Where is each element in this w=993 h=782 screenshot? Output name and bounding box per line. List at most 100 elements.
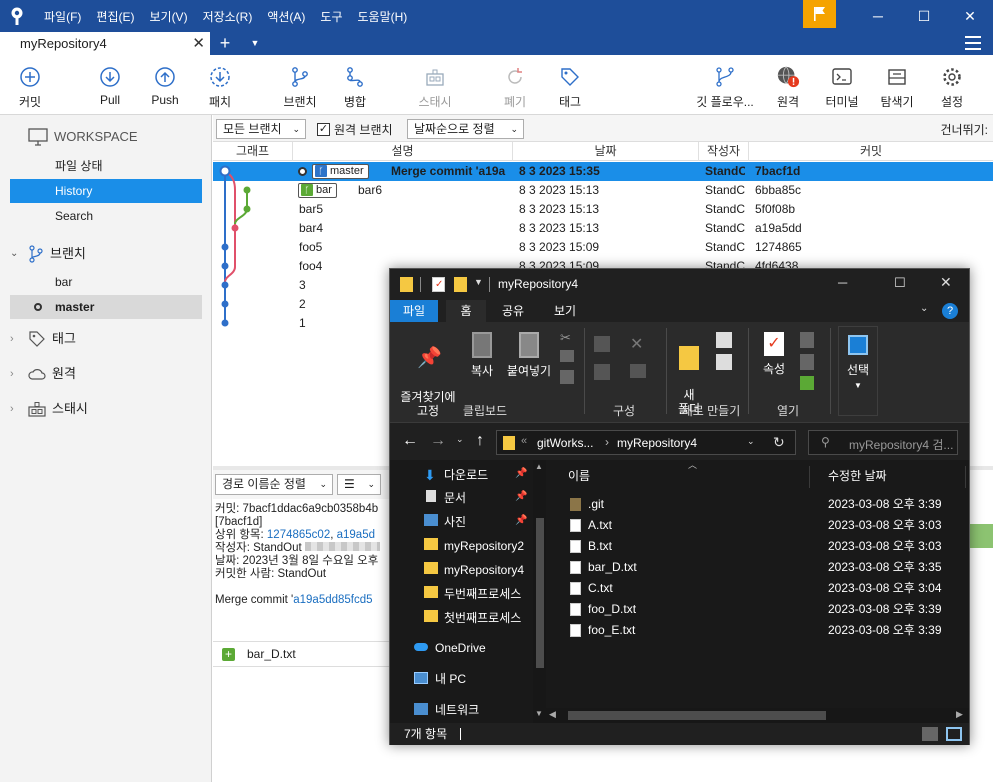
tab-close-icon[interactable]: ✕ xyxy=(192,32,205,55)
forward-arrow-icon[interactable]: → xyxy=(430,432,446,450)
edit-icon[interactable] xyxy=(800,354,814,370)
nav-item-documents[interactable]: 문서 xyxy=(444,487,466,509)
copy-to-icon[interactable] xyxy=(594,364,610,380)
stash-button[interactable]: 스태시 xyxy=(413,55,457,115)
file-row[interactable]: foo_E.txt 2023-03-08 오후 3:39 xyxy=(546,620,956,641)
history-icon[interactable] xyxy=(800,376,814,390)
recent-dropdown-icon[interactable]: ⌄ xyxy=(456,434,464,445)
nav-item-second-process[interactable]: 두번째프로세스 xyxy=(444,583,521,605)
remote-button[interactable]: 원격 xyxy=(766,55,810,115)
tags-header[interactable]: › 태그 xyxy=(10,327,76,351)
nav-item-this-pc[interactable]: 내 PC xyxy=(435,668,466,690)
path-sort-dropdown[interactable]: 경로 이름순 정렬 ⌄ xyxy=(215,474,333,495)
remote-branches-checkbox[interactable]: ✓ xyxy=(317,123,330,136)
col-date[interactable]: 날짜 xyxy=(513,142,699,161)
col-author[interactable]: 작성자 xyxy=(699,142,749,161)
scroll-down-icon[interactable]: ▼ xyxy=(535,709,543,718)
sort-order-dropdown[interactable]: 날짜순으로 정렬 ⌄ xyxy=(407,119,524,139)
push-button[interactable]: Push xyxy=(143,55,187,115)
paste-shortcut-icon[interactable] xyxy=(560,370,574,384)
copy-path-icon[interactable] xyxy=(560,350,574,362)
nav-item-network[interactable]: 네트워크 xyxy=(435,699,479,721)
repo-tab[interactable]: myRepository4 ✕ xyxy=(0,32,210,55)
address-dropdown-icon[interactable]: ⌄ xyxy=(747,436,755,447)
open-icon[interactable] xyxy=(800,332,814,348)
fetch-button[interactable]: 패치 xyxy=(198,55,242,115)
explorer-maximize-button[interactable]: ☐ xyxy=(894,275,906,291)
nav-item-onedrive[interactable]: OneDrive xyxy=(435,637,486,659)
parent-link[interactable]: a19a5d xyxy=(337,529,375,541)
rename-icon[interactable] xyxy=(630,364,646,378)
hamburger-menu-icon[interactable] xyxy=(965,36,981,50)
tab-share[interactable]: 공유 xyxy=(490,300,536,322)
view-options-dropdown[interactable]: ☰ ⌄ xyxy=(337,474,381,495)
breadcrumb-overflow-icon[interactable]: « xyxy=(521,435,527,447)
properties-button[interactable]: ✓ 속성 xyxy=(754,332,794,376)
column-header-modified[interactable]: 수정한 날짜 xyxy=(820,466,966,488)
properties-icon[interactable]: ✓ xyxy=(432,277,445,292)
col-graph[interactable]: 그래프 xyxy=(213,142,293,161)
tab-file[interactable]: 파일 xyxy=(390,300,438,322)
search-box[interactable]: ⚲ myRepository4 검... xyxy=(808,430,958,455)
close-button[interactable]: ✕ xyxy=(947,0,993,32)
menu-repository[interactable]: 저장소(R) xyxy=(203,8,253,25)
quick-access-dropdown-icon[interactable]: ▼ xyxy=(474,277,483,287)
flag-button[interactable] xyxy=(803,0,836,28)
commit-button[interactable]: 커밋 xyxy=(8,55,52,115)
discard-button[interactable]: 폐기 xyxy=(493,55,537,115)
horizontal-scrollbar[interactable]: ◀ ▶ xyxy=(546,708,969,723)
tiles-view-icon[interactable] xyxy=(946,727,962,741)
menu-tools[interactable]: 도구 xyxy=(320,8,342,25)
file-row[interactable]: bar_D.txt 2023-03-08 오후 3:35 xyxy=(546,557,956,578)
new-item-icon[interactable] xyxy=(716,332,732,348)
address-bar[interactable]: « gitWorks... › myRepository4 ⌄ ↻ xyxy=(496,430,796,455)
nav-item-myrepository2[interactable]: myRepository2 xyxy=(444,535,524,557)
copy-button[interactable]: 복사 xyxy=(464,332,500,378)
explorer-minimize-button[interactable]: ─ xyxy=(838,275,847,290)
scrollbar-thumb[interactable] xyxy=(568,711,826,720)
commit-row[interactable]: ᚴ master Merge commit 'a19a 8 3 2023 15:3… xyxy=(213,162,993,181)
stashes-header[interactable]: › 스태시 xyxy=(10,397,88,421)
parent-link[interactable]: 1274865c02 xyxy=(267,529,330,541)
branches-header[interactable]: ⌄ 브랜치 xyxy=(10,242,86,266)
menu-view[interactable]: 보기(V) xyxy=(149,8,187,25)
nav-item-pictures[interactable]: 사진 xyxy=(444,511,466,533)
menu-help[interactable]: 도움말(H) xyxy=(358,8,408,25)
nav-scrollbar[interactable]: ▲ ▼ xyxy=(533,460,546,723)
tab-home[interactable]: 홈 xyxy=(446,300,486,322)
pull-button[interactable]: Pull xyxy=(88,55,132,115)
remote-branches-toggle[interactable]: ✓ 원격 브랜치 xyxy=(317,121,393,138)
explorer-button[interactable]: 탐색기 xyxy=(875,55,919,115)
cut-icon[interactable]: ✂ xyxy=(560,330,571,346)
tab-view[interactable]: 보기 xyxy=(542,300,588,322)
easy-access-icon[interactable] xyxy=(716,354,732,370)
explorer-close-button[interactable]: ✕ xyxy=(940,274,952,291)
maximize-button[interactable]: ☐ xyxy=(901,0,947,32)
all-branches-dropdown[interactable]: 모든 브랜치 ⌄ xyxy=(216,119,306,139)
file-row[interactable]: C.txt 2023-03-08 오후 3:04 xyxy=(546,578,956,599)
delete-icon[interactable]: ✕ xyxy=(630,334,643,354)
sidebar-item-search[interactable]: Search xyxy=(10,204,202,228)
scroll-right-icon[interactable]: ▶ xyxy=(956,709,963,720)
ribbon-collapse-icon[interactable]: ⌄ xyxy=(920,303,928,314)
back-arrow-icon[interactable]: ← xyxy=(402,432,418,450)
scroll-up-icon[interactable]: ▲ xyxy=(535,462,543,471)
nav-item-first-process[interactable]: 첫번째프로세스 xyxy=(444,607,521,629)
column-header-name[interactable]: 이름 xyxy=(546,466,810,488)
commit-row[interactable]: foo5 8 3 2023 15:09 StandC 1274865 xyxy=(213,238,993,257)
move-to-icon[interactable] xyxy=(594,336,610,352)
menu-file[interactable]: 파일(F) xyxy=(44,8,81,25)
commit-row[interactable]: bar5 8 3 2023 15:13 StandC 5f0f08b xyxy=(213,200,993,219)
settings-button[interactable]: 설정 xyxy=(930,55,974,115)
commit-row[interactable]: ᚴ bar bar6 8 3 2023 15:13 StandC 6bba85c xyxy=(213,181,993,200)
details-view-icon[interactable] xyxy=(922,727,938,741)
commit-row[interactable]: bar4 8 3 2023 15:13 StandC a19a5dd xyxy=(213,219,993,238)
merge-button[interactable]: 병합 xyxy=(333,55,377,115)
gitflow-button[interactable]: 깃 플로우... xyxy=(690,55,760,115)
new-folder-icon[interactable] xyxy=(454,277,467,292)
scroll-left-icon[interactable]: ◀ xyxy=(549,709,556,720)
file-row[interactable]: B.txt 2023-03-08 오후 3:03 xyxy=(546,536,956,557)
select-button[interactable]: 선택 ▼ xyxy=(838,326,878,416)
col-commit[interactable]: 커밋 xyxy=(749,142,993,161)
remotes-header[interactable]: › 원격 xyxy=(10,362,76,386)
